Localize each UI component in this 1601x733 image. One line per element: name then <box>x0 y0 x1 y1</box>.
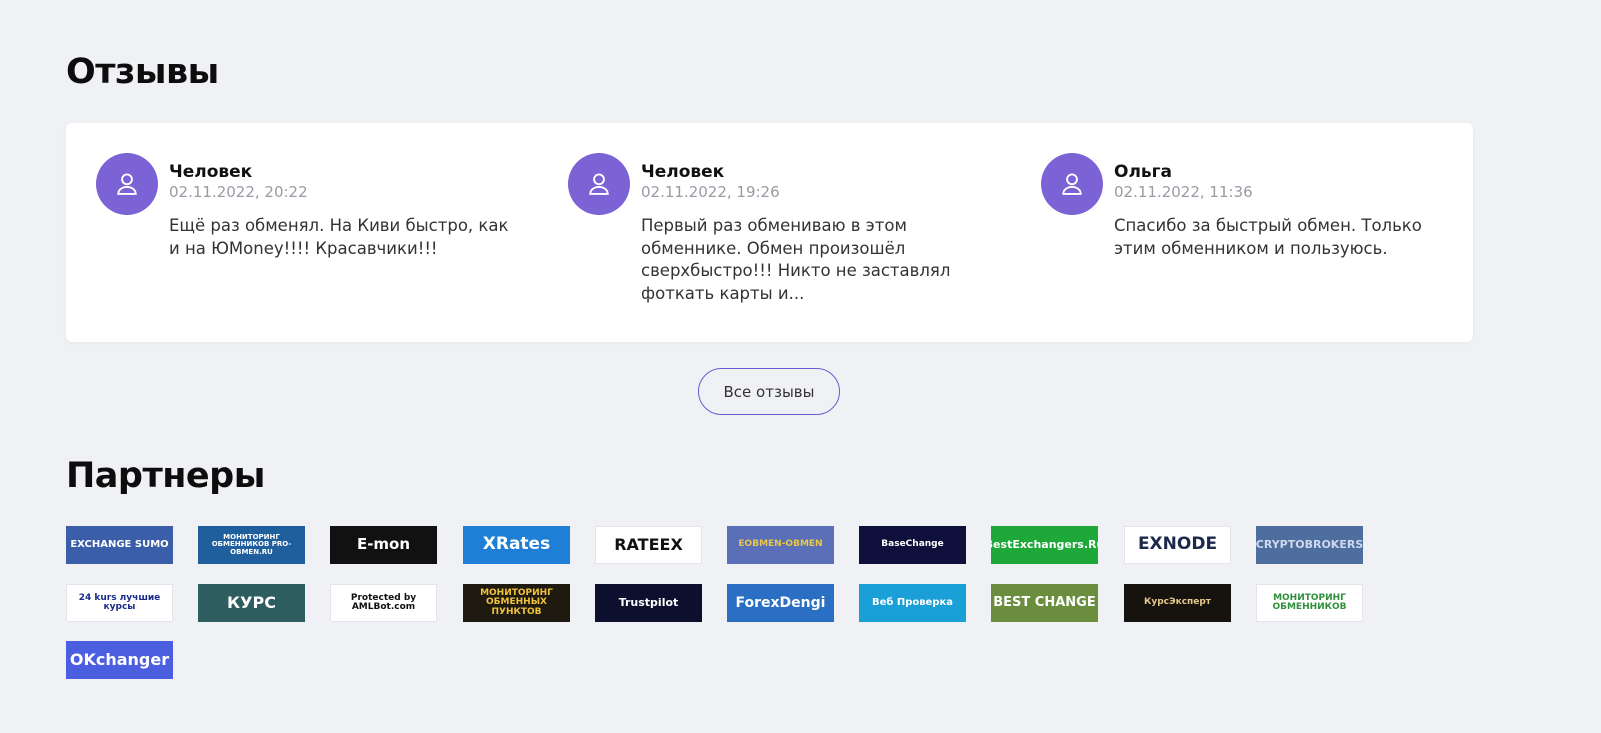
partner-logo[interactable]: МОНИТОРИНГ ОБМЕННИКОВ PRO-OBMEN.RU <box>198 526 305 564</box>
all-reviews-button[interactable]: Все отзывы <box>698 368 840 415</box>
partner-logo[interactable]: EOBMEN-OBMEN <box>727 526 834 564</box>
review-author: Ольга <box>1114 162 1173 182</box>
partner-logo[interactable]: BEST CHANGE <box>991 584 1098 622</box>
partner-logo[interactable]: EXNODE <box>1124 526 1231 564</box>
reviews-card: Человек 02.11.2022, 20:22 Ещё раз обменя… <box>66 123 1473 342</box>
review-date: 02.11.2022, 11:36 <box>1114 183 1253 201</box>
partner-logo[interactable]: Protected by AMLBot.com <box>330 584 437 622</box>
partner-logo[interactable]: Trustpilot <box>595 584 702 622</box>
partner-logo[interactable]: XRates <box>463 526 570 564</box>
partner-logo[interactable]: CRYPTOBROKERS <box>1256 526 1363 564</box>
user-icon <box>117 173 137 195</box>
partner-logo[interactable]: OKchanger <box>66 641 173 679</box>
partner-logo[interactable]: BaseChange <box>859 526 966 564</box>
review-text: Ещё раз обменял. На Киви быстро, как и н… <box>169 216 509 258</box>
reviews-title: Отзывы <box>66 52 219 92</box>
review-text: Первый раз обмениваю в этом обменнике. О… <box>641 216 951 303</box>
review-author: Человек <box>641 162 725 182</box>
review-text: Спасибо за быстрый обмен. Только этим об… <box>1114 216 1422 258</box>
partner-logo[interactable]: КУРС <box>198 584 305 622</box>
partners-title: Партнеры <box>66 456 265 496</box>
partner-logo[interactable]: EXCHANGE SUMO <box>66 526 173 564</box>
partner-logo[interactable]: КурсЭксперт <box>1124 584 1231 622</box>
avatar <box>96 153 158 215</box>
avatar <box>1041 153 1103 215</box>
partner-logo[interactable]: E-mon <box>330 526 437 564</box>
partner-logo[interactable]: BestExchangers.Ru <box>991 526 1098 564</box>
review-date: 02.11.2022, 19:26 <box>641 183 780 201</box>
partner-logo[interactable]: 24 kurs лучшие курсы <box>66 584 173 622</box>
partner-logo[interactable]: МОНИТОРИНГ ОБМЕННИКОВ <box>1256 584 1363 622</box>
partner-logo[interactable]: ForexDengi <box>727 584 834 622</box>
partner-logo[interactable]: RATEEX <box>595 526 702 564</box>
user-icon <box>1062 173 1082 195</box>
avatar <box>568 153 630 215</box>
partner-logo[interactable]: МОНИТОРИНГ ОБМЕННЫХ ПУНКТОВ <box>463 584 570 622</box>
user-icon <box>589 173 609 195</box>
review-date: 02.11.2022, 20:22 <box>169 183 308 201</box>
partner-logo[interactable]: Веб Проверка <box>859 584 966 622</box>
review-author: Человек <box>169 162 253 182</box>
